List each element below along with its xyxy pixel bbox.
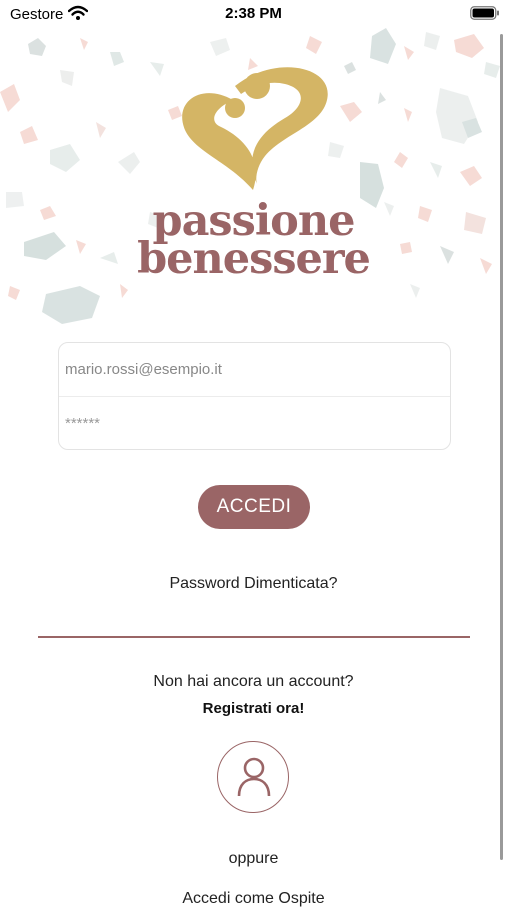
divider — [38, 636, 470, 638]
login-form — [58, 342, 451, 450]
or-separator-text: oppure — [228, 850, 279, 867]
forgot-password-link[interactable]: Password Dimenticata? — [0, 575, 507, 593]
guest-account-button[interactable] — [217, 741, 289, 813]
scroll-indicator[interactable] — [500, 34, 503, 860]
battery-icon — [470, 6, 500, 25]
password-field[interactable] — [59, 397, 450, 450]
guest-login-link[interactable]: Accedi come Ospite — [0, 890, 507, 908]
clock: 2:38 PM — [225, 5, 282, 22]
brand-name-line-2: benessere — [137, 234, 371, 284]
status-bar: Gestore 2:38 PM — [0, 0, 507, 30]
email-field[interactable] — [59, 343, 450, 396]
logo-heart-icon — [182, 67, 328, 190]
login-button[interactable]: ACCEDI — [198, 485, 310, 529]
register-link[interactable]: Registrati ora! — [0, 700, 507, 717]
no-account-text: Non hai ancora un account? — [153, 673, 354, 690]
user-icon — [236, 756, 272, 803]
